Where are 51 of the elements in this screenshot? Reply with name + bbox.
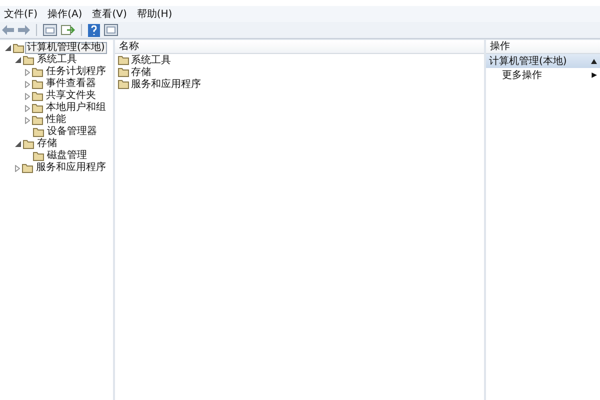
- expand-triangle-icon[interactable]: [25, 68, 30, 76]
- tree-item[interactable]: 设备管理器: [45, 126, 99, 138]
- collapse-triangle-icon[interactable]: [15, 57, 21, 63]
- folder-icon: [23, 139, 34, 149]
- window-icon[interactable]: [104, 24, 118, 36]
- back-arrow-icon[interactable]: [2, 25, 14, 35]
- collapse-triangle-icon[interactable]: [5, 45, 11, 51]
- folder-icon: [33, 151, 44, 161]
- folder-icon: [32, 103, 43, 113]
- menu-item[interactable]: 帮助(H): [136, 7, 172, 21]
- expand-triangle-icon[interactable]: [25, 92, 30, 100]
- expand-triangle-icon[interactable]: [15, 164, 20, 172]
- tree-item[interactable]: 本地用户和组: [44, 102, 108, 114]
- tree-item[interactable]: 事件查看器: [44, 78, 98, 90]
- tree-item[interactable]: 共享文件夹: [44, 90, 98, 102]
- window-icon[interactable]: [43, 24, 57, 36]
- actions-section-header[interactable]: 计算机管理(本地): [486, 54, 600, 68]
- menu-item[interactable]: 查看(V): [92, 7, 127, 21]
- export-list-icon[interactable]: [61, 24, 75, 36]
- folder-icon: [32, 67, 43, 77]
- list-item[interactable]: 系统工具: [131, 53, 171, 67]
- column-header[interactable]: 名称: [115, 40, 484, 54]
- collapse-triangle-icon[interactable]: [591, 58, 597, 64]
- tree-item[interactable]: 服务和应用程序: [34, 162, 108, 174]
- section-title: 计算机管理(本地): [489, 54, 567, 68]
- actions-header: 操作: [486, 40, 600, 54]
- tree-item[interactable]: 存储: [35, 138, 59, 150]
- folder-icon: [13, 43, 24, 53]
- tree-item[interactable]: 性能: [44, 114, 68, 126]
- expand-triangle-icon[interactable]: [25, 80, 30, 88]
- folder-icon: [32, 91, 43, 101]
- forward-arrow-icon[interactable]: [18, 25, 30, 35]
- tree-item[interactable]: 计算机管理(本地): [25, 42, 107, 54]
- folder-icon: [22, 163, 33, 173]
- menu-item[interactable]: 文件(F): [4, 7, 38, 21]
- expand-triangle-icon[interactable]: [25, 104, 30, 112]
- folder-icon: [118, 67, 129, 77]
- action-link[interactable]: 更多操作: [502, 68, 542, 82]
- folder-icon: [32, 115, 43, 125]
- tree-item[interactable]: 系统工具: [35, 54, 79, 66]
- list-item[interactable]: 存储: [131, 65, 151, 79]
- tree-item[interactable]: 任务计划程序: [44, 66, 108, 78]
- expand-triangle-icon[interactable]: [25, 116, 30, 124]
- list-item[interactable]: 服务和应用程序: [131, 77, 201, 91]
- folder-icon: [118, 79, 129, 89]
- help-icon[interactable]: [88, 24, 100, 36]
- tree-item[interactable]: 磁盘管理: [45, 150, 89, 162]
- collapse-triangle-icon[interactable]: [15, 141, 21, 147]
- folder-icon: [32, 79, 43, 89]
- folder-icon: [33, 127, 44, 137]
- menu-item[interactable]: 操作(A): [48, 7, 82, 21]
